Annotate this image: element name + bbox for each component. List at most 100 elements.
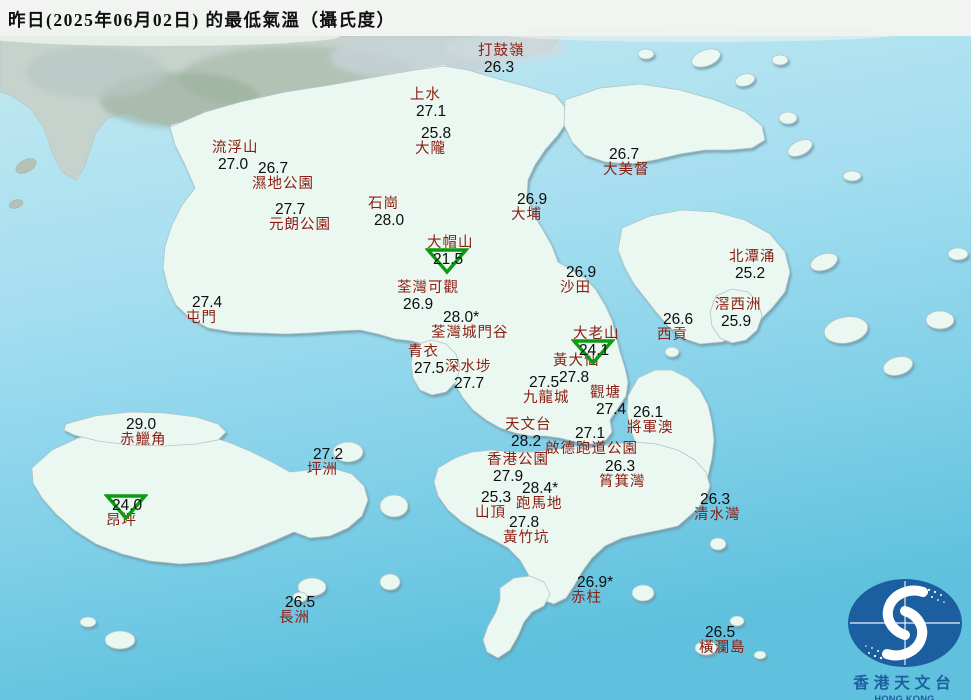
station-name: 赤柱 <box>571 589 602 606</box>
station-name: 跑馬地 <box>516 495 563 512</box>
station-name: 屯門 <box>186 309 217 326</box>
station-value: 25.2 <box>735 264 766 282</box>
weather-map-screen: 昨日(2025年06月02日) 的最低氣溫（攝氏度） 打鼓嶺 26.3 上水 27.1… <box>0 0 971 700</box>
station-marker: 青衣 27.5 <box>408 344 445 377</box>
stations-layer: 打鼓嶺 26.3 上水 27.1 25.8 大隴 26.7 大美督 流浮山 27.0 26.7 濕地公… <box>0 0 971 700</box>
station-marker: 大帽山 21.5 <box>425 235 474 275</box>
station-marker: 26.5 長洲 <box>279 595 315 626</box>
station-marker: 流浮山 27.0 <box>212 140 259 173</box>
station-value: 26.5 <box>705 624 736 641</box>
station-marker: 27.8 黃竹坑 <box>503 515 550 546</box>
station-value: 26.3 <box>484 58 515 76</box>
minimum-marker-triangle-icon <box>104 494 148 521</box>
station-marker: 27.5 九龍城 <box>523 375 570 406</box>
station-name: 青衣 <box>408 344 439 360</box>
station-marker: 28.4* 跑馬地 <box>516 481 563 512</box>
station-name: 元朗公園 <box>269 216 331 233</box>
station-name: 沙田 <box>560 279 591 296</box>
station-marker: 26.9 大埔 <box>511 192 547 223</box>
station-value: 26.9 <box>566 264 597 281</box>
station-value: 27.5 <box>414 359 445 377</box>
hko-emblem-icon <box>847 579 962 667</box>
station-name: 濕地公園 <box>252 175 314 192</box>
station-value: 26.7 <box>609 146 640 163</box>
station-marker: 觀塘 27.4 <box>590 385 627 418</box>
station-marker: 27.1 啟德跑道公園 <box>545 426 638 457</box>
station-name: 橫瀾島 <box>699 639 746 656</box>
station-name: 坪洲 <box>307 461 338 478</box>
station-marker: 26.3 清水灣 <box>694 492 741 523</box>
station-name: 九龍城 <box>523 389 570 406</box>
station-marker: 26.7 濕地公園 <box>252 161 314 192</box>
station-value: 28.0 <box>374 211 405 229</box>
station-value: 26.3 <box>700 491 731 508</box>
station-marker: 荃灣可觀 26.9 <box>397 280 459 312</box>
station-value: 28.0* <box>443 309 480 326</box>
station-value: 27.8 <box>509 514 540 531</box>
station-value: 29.0 <box>126 416 157 433</box>
station-name: 清水灣 <box>694 506 741 523</box>
station-marker: 26.6 西貢 <box>657 312 693 343</box>
station-name: 流浮山 <box>212 140 259 156</box>
station-value: 28.2 <box>511 432 542 450</box>
station-marker: 石崗 28.0 <box>368 196 405 229</box>
station-value: 26.6 <box>663 311 694 328</box>
station-value: 27.2 <box>313 446 344 463</box>
station-marker: 26.9* 赤柱 <box>571 575 613 606</box>
station-value: 25.8 <box>421 125 452 142</box>
station-name: 滘西洲 <box>715 297 762 313</box>
station-value: 26.5 <box>285 594 316 611</box>
station-name: 北潭涌 <box>729 249 776 265</box>
station-name: 荃灣可觀 <box>397 280 459 296</box>
station-marker: 北潭涌 25.2 <box>729 249 776 282</box>
station-value: 26.9* <box>577 574 614 591</box>
station-marker: 25.8 大隴 <box>415 126 451 157</box>
map-title: 昨日(2025年06月02日) 的最低氣溫（攝氏度） <box>8 10 396 30</box>
station-marker: 天文台 28.2 <box>505 417 552 450</box>
station-value: 27.7 <box>454 374 485 392</box>
station-name: 石崗 <box>368 196 399 212</box>
station-value: 26.7 <box>258 160 289 177</box>
station-name: 筲箕灣 <box>599 473 646 490</box>
station-value: 24.0 <box>104 494 148 521</box>
station-value: 27.5 <box>529 374 560 391</box>
station-marker: 26.5 橫瀾島 <box>699 625 746 656</box>
hko-name-english: HONG KONG OBSERVATORY <box>874 694 935 700</box>
station-value: 21.5 <box>425 247 474 275</box>
station-marker: 上水 27.1 <box>410 87 447 120</box>
station-value: 24.1 <box>571 338 620 366</box>
station-value: 26.1 <box>633 404 664 421</box>
station-name: 長洲 <box>279 609 310 626</box>
station-name: 香港公園 <box>487 452 549 468</box>
station-name: 黃竹坑 <box>503 529 550 546</box>
hko-name-chinese: 香港天文台 <box>853 675 956 692</box>
station-marker: 大老山 24.1 <box>571 326 620 366</box>
station-value: 26.9 <box>517 191 548 208</box>
station-marker: 26.9 沙田 <box>560 265 596 296</box>
station-name: 赤鱲角 <box>120 431 167 448</box>
station-value: 27.4 <box>192 294 223 311</box>
station-value: 27.0 <box>218 155 249 173</box>
station-name: 大埔 <box>511 206 542 223</box>
station-marker: 24.0 昂坪 <box>104 494 148 529</box>
station-marker: 深水埗 27.7 <box>445 359 492 392</box>
station-name: 上水 <box>410 87 441 103</box>
hko-logo: 香港天文台 HONG KONG OBSERVATORY <box>838 578 971 700</box>
station-name: 大美督 <box>603 161 650 178</box>
station-value: 27.4 <box>596 400 627 418</box>
station-name: 荃灣城門谷 <box>431 324 509 341</box>
station-marker: 打鼓嶺 26.3 <box>478 43 525 76</box>
station-marker: 滘西洲 25.9 <box>715 297 762 330</box>
station-value: 27.1 <box>416 102 447 120</box>
station-name: 觀塘 <box>590 385 621 401</box>
station-value: 25.3 <box>481 489 512 506</box>
station-name: 打鼓嶺 <box>478 43 525 59</box>
station-marker: 27.7 元朗公園 <box>269 202 331 233</box>
station-marker: 27.4 屯門 <box>186 295 222 326</box>
station-name: 西貢 <box>657 326 688 343</box>
station-marker: 26.3 筲箕灣 <box>599 459 646 490</box>
station-marker: 29.0 赤鱲角 <box>120 417 167 448</box>
station-marker: 27.2 坪洲 <box>307 447 343 478</box>
station-value: 27.7 <box>275 201 306 218</box>
station-value: 25.9 <box>721 312 752 330</box>
